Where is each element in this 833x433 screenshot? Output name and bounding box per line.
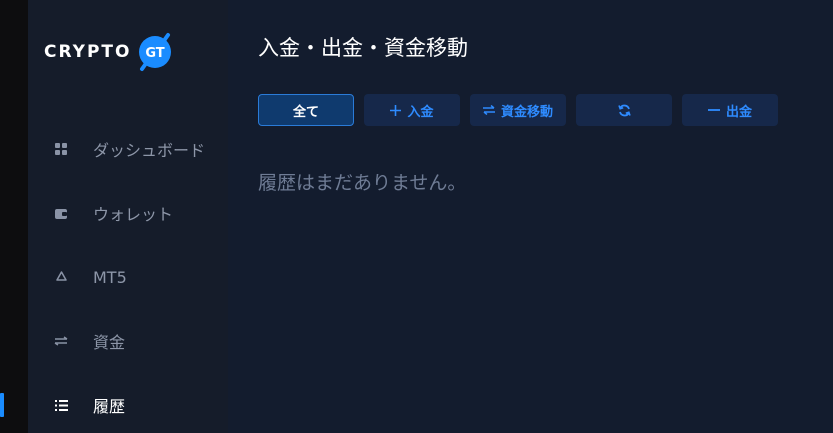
logo-text: CRYPTO	[44, 41, 132, 62]
sidebar-item-history[interactable]: 履歴	[0, 390, 228, 420]
filter-bar: 全て 入金 資金移動 出金	[258, 94, 778, 126]
filter-withdraw-button[interactable]: 出金	[682, 94, 778, 126]
main-content: 入金・出金・資金移動 全て 入金 資金移動 出金 履歴はまだありません。	[228, 0, 833, 433]
logo-badge-icon: GT	[135, 32, 175, 72]
swap-icon	[482, 105, 495, 115]
sidebar: CRYPTO GT ダッシュボード ウォレット MT5 資金 履歴	[0, 0, 228, 433]
filter-label: 入金	[407, 104, 434, 120]
active-indicator	[0, 393, 4, 417]
transfer-arrows-icon	[54, 334, 68, 348]
list-icon	[54, 398, 68, 412]
filter-label: 出金	[725, 104, 752, 120]
recycle-icon	[54, 270, 68, 284]
sidebar-item-label: 履歴	[93, 397, 126, 416]
filter-transfer-button[interactable]: 資金移動	[470, 94, 566, 126]
sidebar-item-dashboard[interactable]: ダッシュボード	[28, 134, 228, 164]
sidebar-item-label: ウォレット	[93, 205, 174, 224]
minus-icon	[707, 108, 720, 112]
sidebar-item-label: MT5	[93, 267, 127, 287]
sidebar-item-funds[interactable]: 資金	[28, 326, 228, 356]
empty-history-message: 履歴はまだありません。	[258, 172, 467, 194]
sidebar-item-wallet[interactable]: ウォレット	[28, 198, 228, 228]
filter-refresh-button[interactable]	[576, 94, 672, 126]
filter-deposit-button[interactable]: 入金	[364, 94, 460, 126]
page-title: 入金・出金・資金移動	[258, 36, 468, 60]
grid-icon	[54, 142, 68, 156]
window-edge	[0, 0, 28, 433]
plus-icon	[390, 104, 402, 116]
refresh-icon	[617, 104, 631, 117]
filter-all-button[interactable]: 全て	[258, 94, 354, 126]
filter-label: 資金移動	[500, 104, 553, 120]
sidebar-item-label: ダッシュボード	[93, 141, 206, 160]
sidebar-item-label: 資金	[93, 333, 126, 352]
logo[interactable]: CRYPTO GT	[44, 27, 175, 77]
filter-label: 全て	[292, 104, 319, 120]
app-root: CRYPTO GT ダッシュボード ウォレット MT5 資金 履歴 入金・出金・…	[0, 0, 833, 433]
wallet-icon	[54, 206, 68, 220]
logo-badge-text: GT	[146, 46, 165, 61]
sidebar-item-mt5[interactable]: MT5	[28, 262, 228, 292]
